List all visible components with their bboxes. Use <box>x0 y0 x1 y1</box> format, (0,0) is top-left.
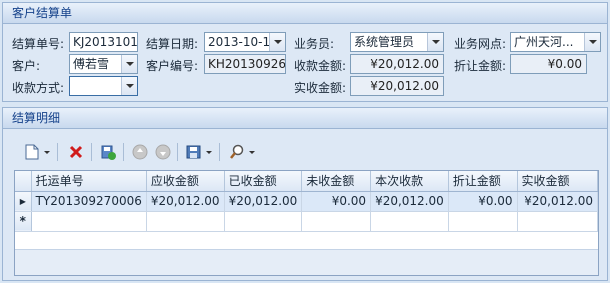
new-document-icon <box>25 144 39 160</box>
cell-received[interactable]: ¥20,012.00 <box>224 191 303 212</box>
settle-date-picker[interactable]: 2013-10-1 <box>204 32 286 52</box>
panel-title: 结算明细 <box>12 111 61 125</box>
cell-current-receipt[interactable]: ¥20,012.00 <box>370 191 449 212</box>
branch-value: 广州天河... <box>514 35 574 49</box>
staff-value: 系统管理员 <box>354 35 415 49</box>
settle-date-label: 结算日期: <box>146 37 199 51</box>
settle-no-label: 结算单号: <box>12 37 65 51</box>
column-header-received[interactable]: 已收金额 <box>224 171 303 192</box>
save-database-icon <box>101 145 116 160</box>
search-icon <box>230 144 244 159</box>
settlement-form-panel: 客户结算单 结算单号: KJ2013101 结算日期: 2013-10-1 业务… <box>2 2 608 102</box>
new-cell[interactable] <box>146 211 225 232</box>
customer-no-field: KH20130926( <box>204 54 286 74</box>
customer-no-label: 客户编号: <box>146 59 199 73</box>
new-row-marker: * <box>15 211 32 232</box>
move-down-button[interactable] <box>152 141 174 163</box>
panel-title: 客户结算单 <box>12 6 73 20</box>
received-amount-field: ¥20,012.00 <box>350 54 444 74</box>
settle-date-value: 2013-10-1 <box>208 35 271 49</box>
customer-select[interactable]: 傅若雪 <box>69 54 138 74</box>
save-button[interactable] <box>97 141 119 163</box>
delete-button[interactable] <box>65 141 87 163</box>
row-indicator-header <box>15 171 32 192</box>
cell-waybill-no[interactable]: TY201309270006 <box>31 191 147 212</box>
grid-footer <box>15 249 598 275</box>
new-cell[interactable] <box>301 211 372 232</box>
new-cell[interactable] <box>517 211 598 232</box>
actual-label: 实收金额: <box>294 81 347 95</box>
new-cell[interactable] <box>448 211 518 232</box>
new-cell[interactable] <box>370 211 449 232</box>
column-header-current-receipt[interactable]: 本次收款 <box>370 171 449 192</box>
cell-uncollected[interactable]: ¥0.00 <box>301 191 372 212</box>
chevron-down-icon[interactable] <box>427 33 443 51</box>
staff-select[interactable]: 系统管理员 <box>350 32 444 52</box>
chevron-down-icon[interactable] <box>121 77 137 95</box>
new-dropdown-arrow[interactable] <box>42 141 52 163</box>
pay-method-select[interactable] <box>69 76 138 96</box>
detail-grid: 托运单号 应收金额 已收金额 未收金额 本次收款 折让金额 实收金额 ▶ TY2… <box>14 170 599 276</box>
detail-table: 托运单号 应收金额 已收金额 未收金额 本次收款 折让金额 实收金额 ▶ TY2… <box>15 171 598 232</box>
arrow-up-circle-icon <box>132 144 148 160</box>
customer-value: 傅若雪 <box>73 57 110 71</box>
toolbar-separator <box>177 143 178 161</box>
floppy-export-icon <box>186 145 201 159</box>
branch-label: 业务网点: <box>454 37 507 51</box>
settlement-detail-panel: 结算明细 托运单号 应收金额 已收金额 未收金额 本次收款 折让金额 实收金额 … <box>2 107 608 281</box>
column-header-discount[interactable]: 折让金额 <box>448 171 518 192</box>
search-button[interactable] <box>226 141 248 163</box>
panel-header: 客户结算单 <box>3 3 607 24</box>
customer-label: 客户: <box>12 59 41 73</box>
cell-receivable[interactable]: ¥20,012.00 <box>146 191 225 212</box>
new-row[interactable]: * <box>15 211 598 232</box>
toolbar-separator <box>57 143 58 161</box>
discount-label: 折让金额: <box>454 59 507 73</box>
new-record-button[interactable] <box>21 141 43 163</box>
column-header-uncollected[interactable]: 未收金额 <box>301 171 372 192</box>
toolbar-separator <box>219 143 220 161</box>
new-cell[interactable] <box>31 211 147 232</box>
branch-select[interactable]: 广州天河... <box>510 32 601 52</box>
cell-actual-received[interactable]: ¥20,012.00 <box>517 191 598 212</box>
settle-no-field[interactable]: KJ2013101 <box>69 32 138 52</box>
pay-method-label: 收款方式: <box>12 81 65 95</box>
delete-x-icon <box>69 145 83 159</box>
current-row-icon: ▶ <box>15 191 32 212</box>
actual-amount-field: ¥20,012.00 <box>350 76 444 96</box>
cell-discount[interactable]: ¥0.00 <box>448 191 518 212</box>
staff-label: 业务员: <box>294 37 335 51</box>
column-header-waybill-no[interactable]: 托运单号 <box>31 171 147 192</box>
chevron-down-icon[interactable] <box>269 33 285 51</box>
toolbar-separator <box>91 143 92 161</box>
received-label: 收款金额: <box>294 59 347 73</box>
panel-header: 结算明细 <box>3 108 607 129</box>
discount-amount-field: ¥0.00 <box>510 54 587 74</box>
move-up-button[interactable] <box>129 141 151 163</box>
detail-toolbar <box>9 139 601 165</box>
arrow-down-circle-icon <box>155 144 171 160</box>
new-cell[interactable] <box>224 211 303 232</box>
toolbar-separator <box>123 143 124 161</box>
export-button[interactable] <box>183 141 205 163</box>
column-header-receivable[interactable]: 应收金额 <box>146 171 225 192</box>
chevron-down-icon[interactable] <box>121 55 137 73</box>
column-header-actual-received[interactable]: 实收金额 <box>517 171 598 192</box>
search-dropdown-arrow[interactable] <box>247 141 257 163</box>
chevron-down-icon[interactable] <box>584 33 600 51</box>
table-row[interactable]: ▶ TY201309270006 ¥20,012.00 ¥20,012.00 ¥… <box>15 191 598 212</box>
export-dropdown-arrow[interactable] <box>204 141 214 163</box>
table-header-row: 托运单号 应收金额 已收金额 未收金额 本次收款 折让金额 实收金额 <box>15 171 598 192</box>
